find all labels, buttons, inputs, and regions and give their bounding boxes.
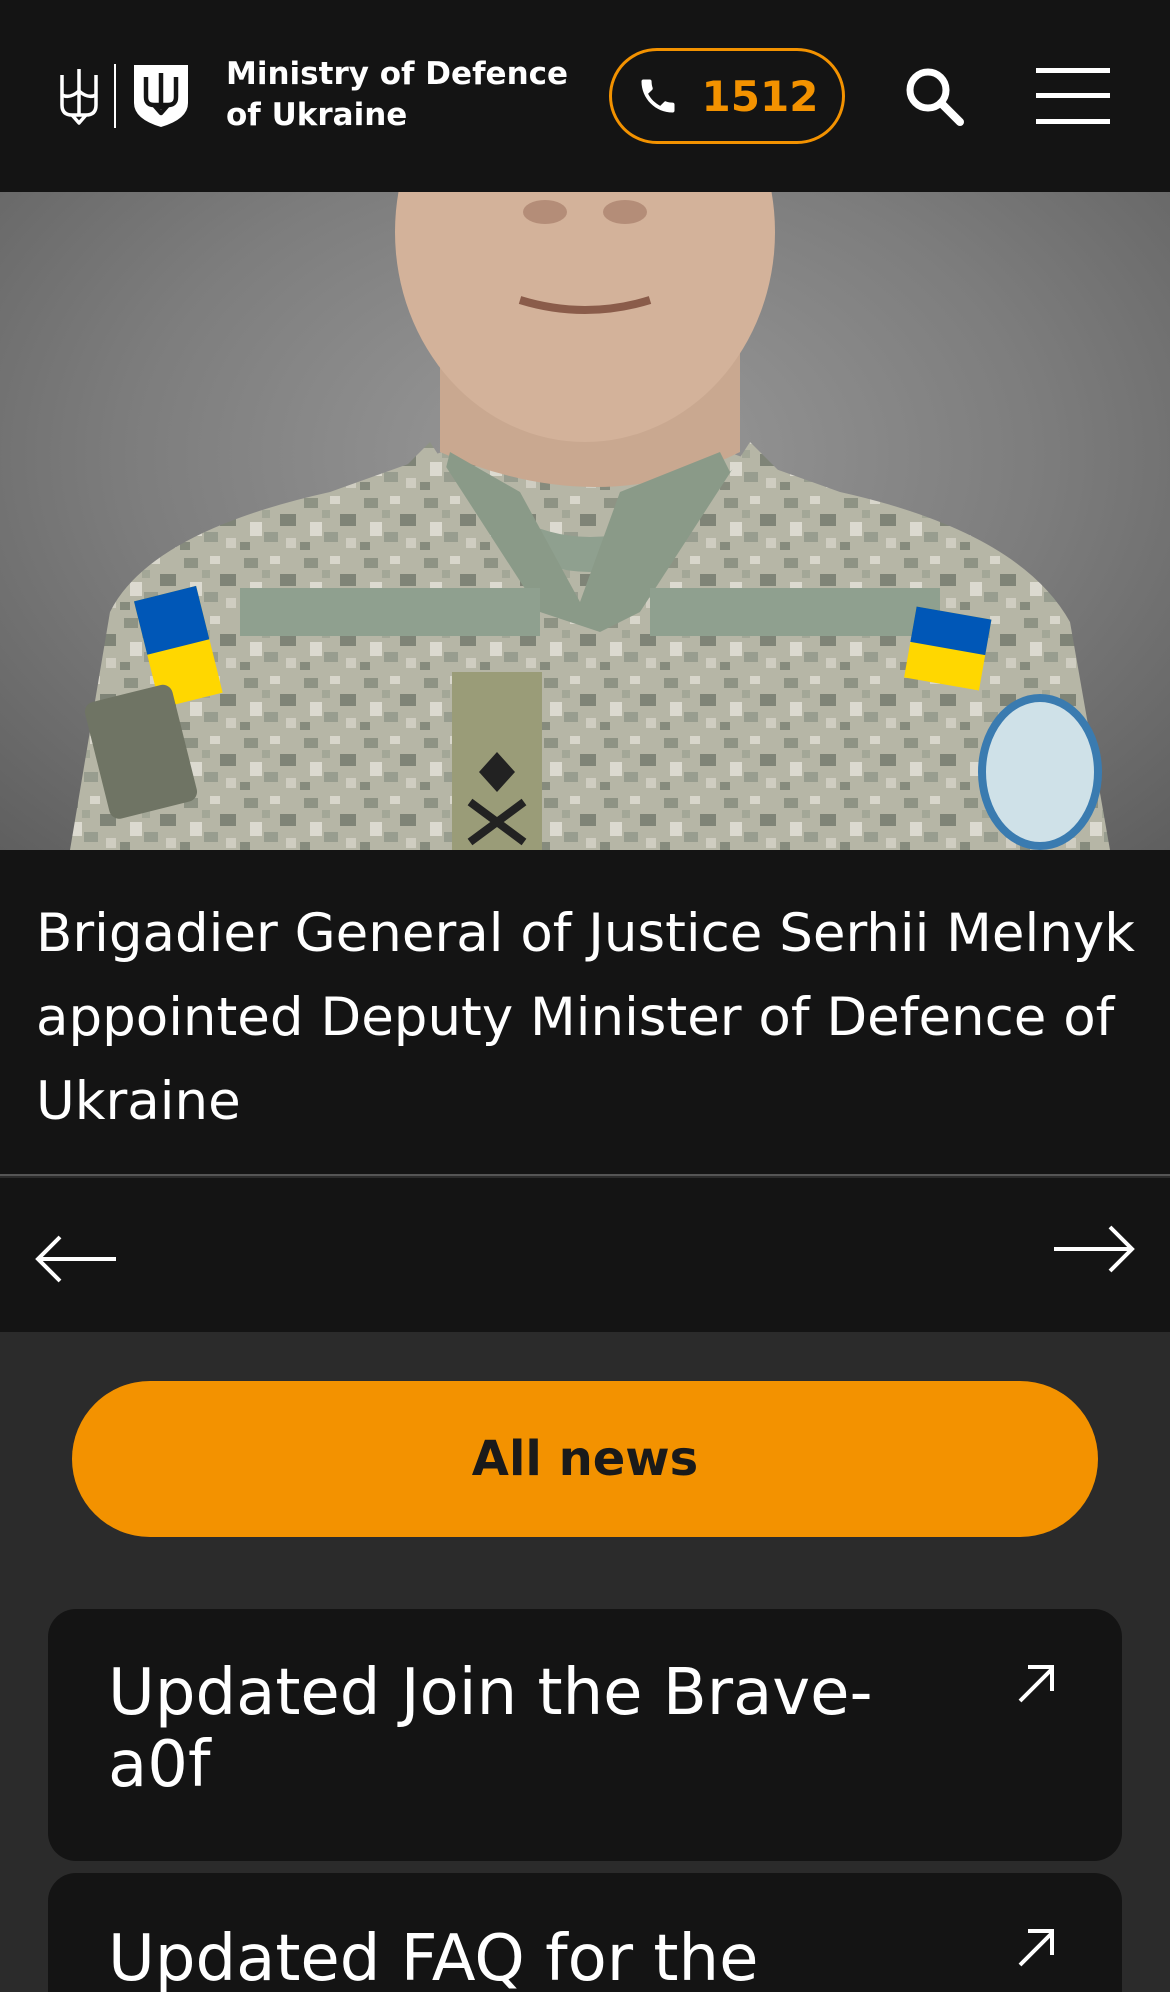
news-slide-photo[interactable] xyxy=(0,192,1170,850)
arrow-right-icon[interactable] xyxy=(1052,1224,1136,1274)
site-header: Ministry of Defence of Ukraine 1512 xyxy=(0,0,1170,192)
menu-line xyxy=(1036,119,1110,124)
ministry-name-line-2: of Ukraine xyxy=(226,97,408,133)
logo-divider xyxy=(114,64,116,128)
ministry-logo[interactable] xyxy=(58,60,190,132)
portrait-image xyxy=(70,192,1110,850)
link-card-title: Updated FAQ for the xyxy=(108,1922,759,1992)
link-card-title: Updated Join the Brave-a0f xyxy=(108,1656,873,1802)
shield-emblem-icon xyxy=(134,65,188,127)
phone-icon xyxy=(641,79,675,113)
arrow-left-icon[interactable] xyxy=(34,1234,118,1284)
hotline-button[interactable]: 1512 xyxy=(609,48,845,144)
menu-line xyxy=(1036,93,1110,98)
link-card[interactable]: Updated Join the Brave-a0f xyxy=(48,1609,1122,1861)
slide-caption[interactable]: Brigadier General of Justice Serhii Meln… xyxy=(0,850,1170,1176)
menu-line xyxy=(1036,68,1110,73)
trident-icon xyxy=(60,69,98,125)
external-link-icon xyxy=(1018,1665,1054,1703)
hotline-number: 1512 xyxy=(701,71,819,121)
search-icon[interactable] xyxy=(900,62,970,132)
external-link-icon xyxy=(1018,1929,1054,1967)
all-news-button[interactable]: All news xyxy=(72,1381,1098,1537)
ministry-name[interactable]: Ministry of Defence of Ukraine xyxy=(226,54,568,136)
news-headline[interactable]: Brigadier General of Justice Serhii Meln… xyxy=(36,892,1136,1144)
slider-controls xyxy=(0,1178,1170,1332)
hamburger-menu-icon[interactable] xyxy=(1036,68,1110,124)
ministry-name-line-1: Ministry of Defence xyxy=(226,56,569,92)
link-card[interactable]: Updated FAQ for the xyxy=(48,1873,1122,1992)
